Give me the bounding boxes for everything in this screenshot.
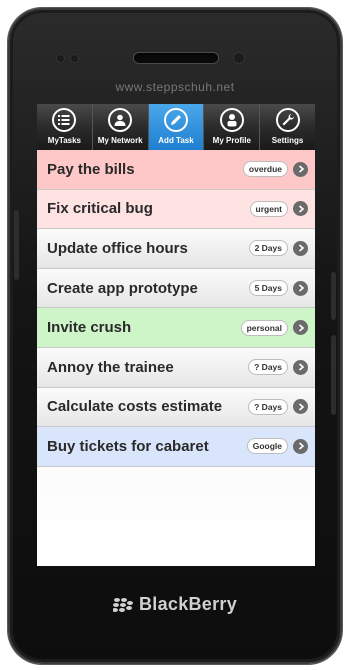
nav-tab-my-profile[interactable]: My Profile — [204, 104, 261, 150]
task-row[interactable]: Create app prototype 5 Days — [37, 268, 315, 309]
brand-name: BlackBerry — [138, 594, 238, 614]
chevron-right-icon[interactable] — [293, 201, 308, 217]
nav-tab-label: MyTasks — [47, 136, 81, 145]
side-button-left[interactable] — [14, 210, 19, 280]
task-badge: ? Days — [248, 398, 288, 415]
pencil-icon — [163, 108, 188, 132]
task-row[interactable]: Calculate costs estimate ? Days — [37, 387, 315, 428]
sensor-dot — [56, 54, 65, 63]
task-row[interactable]: Update office hours 2 Days — [37, 229, 315, 269]
phone-screen: MyTasks My Network Add Task My Profile S… — [37, 104, 315, 566]
task-badge: 2 Days — [248, 240, 288, 257]
chevron-right-icon[interactable] — [293, 240, 308, 256]
side-button-right-bottom[interactable] — [331, 335, 336, 415]
task-row[interactable]: Annoy the trainee ? Days — [37, 347, 315, 388]
list-icon — [52, 108, 77, 132]
task-title: Invite crush — [47, 319, 132, 337]
chevron-right-icon[interactable] — [293, 280, 308, 296]
task-row[interactable]: Invite crush personal — [37, 308, 315, 348]
wrench-icon — [275, 108, 300, 132]
nav-tab-add-task[interactable]: Add Task — [148, 104, 205, 150]
task-badge: Google — [246, 438, 288, 455]
task-title: Buy tickets for cabaret — [47, 437, 209, 455]
nav-tab-mytasks[interactable]: MyTasks — [37, 104, 93, 150]
chevron-right-icon[interactable] — [293, 399, 308, 415]
watermark-text: www.steppschuh.net — [115, 80, 235, 94]
task-title: Create app prototype — [47, 279, 198, 297]
nav-tab-my-network[interactable]: My Network — [93, 104, 149, 150]
task-row[interactable]: Buy tickets for cabaret Google — [37, 427, 315, 467]
task-title: Annoy the trainee — [47, 358, 174, 376]
nav-tab-settings[interactable]: Settings — [260, 104, 315, 150]
chevron-right-icon[interactable] — [293, 438, 308, 454]
task-badge: personal — [240, 319, 288, 336]
nav-tab-label: My Profile — [212, 136, 251, 145]
sensor-dot — [70, 54, 79, 63]
nav-tab-label: Settings — [271, 136, 304, 145]
task-list: Pay the bills overdue Fix critical bug u… — [37, 150, 315, 467]
task-title: Pay the bills — [47, 160, 135, 178]
brand-logo: BlackBerry — [0, 594, 350, 615]
front-camera — [233, 52, 245, 64]
task-badge: overdue — [242, 161, 288, 178]
chevron-right-icon[interactable] — [293, 359, 308, 375]
task-badge: ? Days — [248, 359, 288, 376]
task-title: Update office hours — [47, 239, 188, 257]
blackberry-logo-icon — [112, 597, 133, 612]
earpiece-speaker — [133, 52, 219, 64]
side-button-right-top[interactable] — [331, 272, 336, 320]
task-row[interactable]: Fix critical bug urgent — [37, 189, 315, 230]
task-badge: urgent — [249, 200, 288, 217]
person-circle-icon — [108, 108, 133, 132]
chevron-right-icon[interactable] — [293, 320, 308, 336]
top-navigation-bar: MyTasks My Network Add Task My Profile S… — [37, 104, 315, 150]
nav-tab-label: My Network — [97, 136, 143, 145]
chevron-right-icon[interactable] — [293, 161, 308, 177]
user-icon — [219, 108, 244, 132]
task-badge: 5 Days — [248, 280, 288, 297]
task-row[interactable]: Pay the bills overdue — [37, 150, 315, 190]
nav-tab-label: Add Task — [158, 136, 194, 145]
task-title: Calculate costs estimate — [47, 398, 223, 416]
task-title: Fix critical bug — [47, 200, 153, 218]
